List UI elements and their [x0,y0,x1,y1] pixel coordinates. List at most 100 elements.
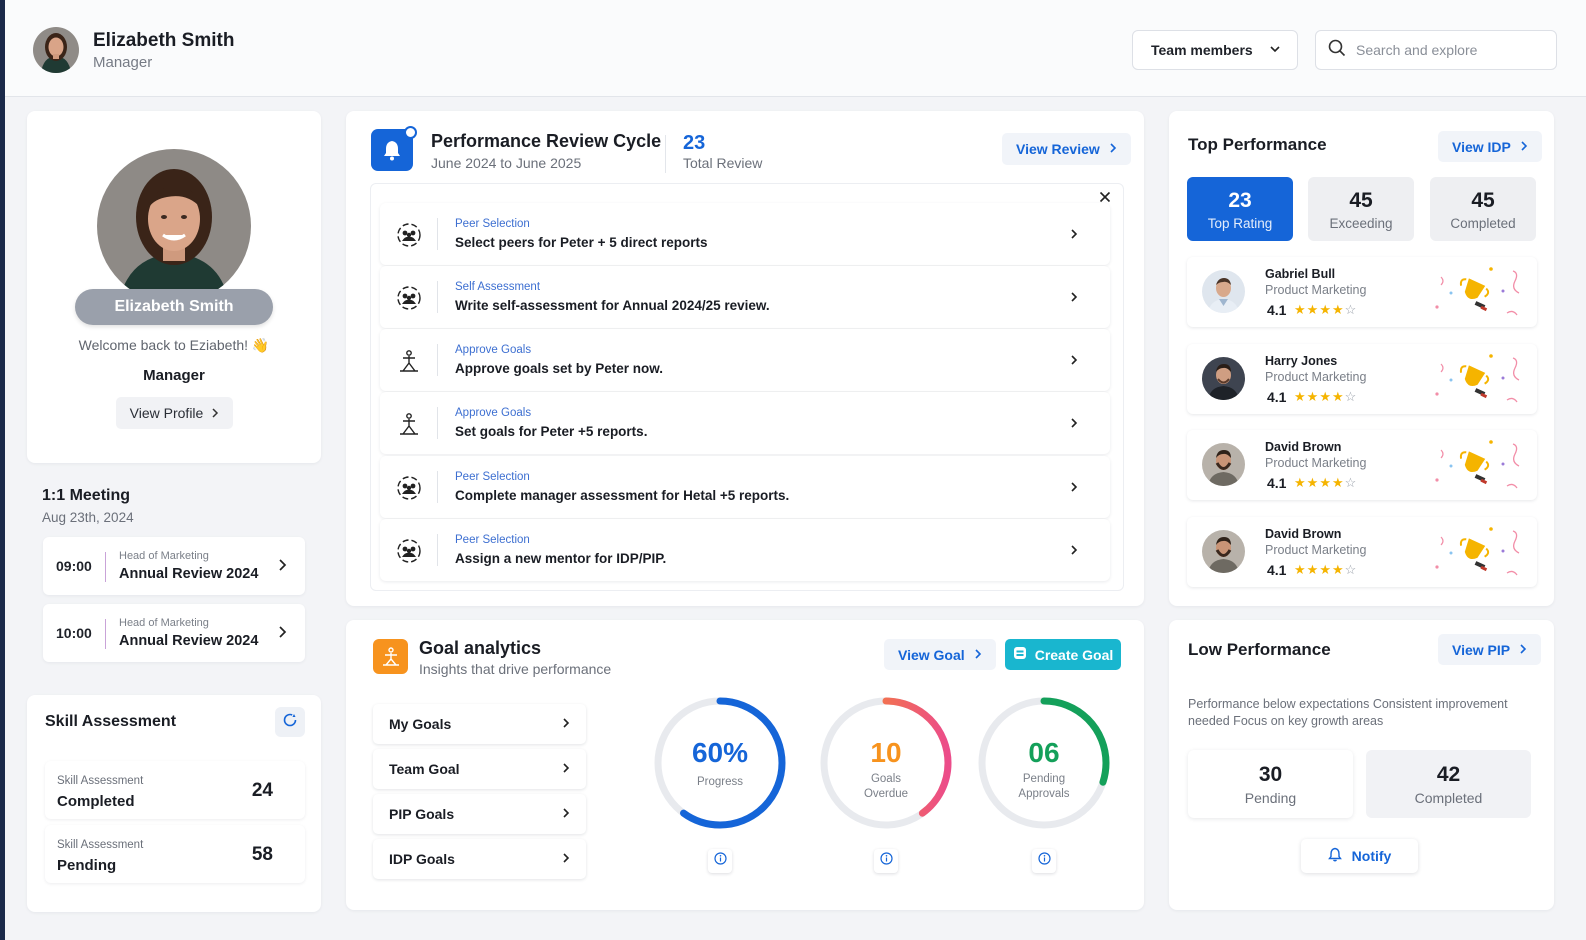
stat-label: Completed [1450,216,1516,231]
view-pip-button[interactable]: View PIP [1438,634,1542,665]
skill-item[interactable]: Skill Assessment Completed 24 [45,761,305,819]
info-button[interactable] [874,849,898,873]
team-members-dropdown[interactable]: Team members [1132,30,1298,70]
create-goal-button[interactable]: Create Goal [1005,639,1121,670]
meeting-time: 10:00 [56,625,92,641]
goal-person-icon [396,411,422,437]
star-icon: ★ [1319,562,1332,577]
low-performance-title: Low Performance [1188,640,1331,659]
ring-label: Progress [652,775,788,790]
star-icon: ★ [1294,562,1307,577]
chevron-right-icon [562,851,570,867]
star-icon: ★ [1294,475,1307,490]
star-icon: ★ [1306,302,1320,317]
review-task[interactable]: Approve Goals Set goals for Peter +5 rep… [380,392,1110,454]
review-task[interactable]: Peer Selection Complete manager assessme… [380,456,1110,518]
stat-pending[interactable]: 30 Pending [1188,750,1353,818]
view-review-button[interactable]: View Review [1002,133,1131,165]
skill-item-subtitle: Skill Assessment [57,839,144,851]
info-button[interactable] [1032,849,1056,873]
view-profile-button[interactable]: View Profile [116,397,233,429]
task-text: Approve goals set by Peter now. [455,361,664,376]
review-task[interactable]: Self Assessment Write self-assessment fo… [380,266,1110,328]
skill-item-title: Completed [57,793,135,810]
review-task[interactable]: Peer Selection Assign a new mentor for I… [380,519,1110,581]
performer-score: 4.1 [1267,562,1287,578]
chevron-right-icon [974,647,982,663]
performer-row[interactable]: David Brown Product Marketing 4.1 ★★★★☆ [1187,517,1537,587]
people-icon [396,538,422,564]
refresh-icon [282,712,298,733]
nav-idp-goals[interactable]: IDP Goals [373,839,586,879]
chevron-right-icon [562,806,570,822]
people-icon [396,475,422,501]
chevron-right-icon [1070,353,1078,371]
trophy-icon [1421,436,1531,496]
low-performance-card: Low Performance View PIP Performance bel… [1169,620,1554,910]
avatar [1202,357,1245,400]
performer-role: Product Marketing [1265,370,1367,384]
task-category: Approve Goals [455,344,532,356]
meeting-name: Annual Review 2024 [119,566,259,582]
chevron-right-icon [1520,139,1528,155]
user-avatar[interactable] [33,27,79,73]
info-button[interactable] [708,849,732,873]
stat-value: 45 [1471,189,1495,212]
star-outline-icon: ☆ [1344,302,1358,317]
ring-label-line: Approvals [1018,788,1070,800]
task-category: Peer Selection [455,471,530,483]
skill-item-count: 58 [251,844,273,865]
divider [437,407,438,439]
notify-button[interactable]: Notify [1301,839,1418,873]
meeting-item[interactable]: 09:00 Head of Marketing Annual Review 20… [43,537,305,595]
goal-card-icon [1013,646,1027,663]
task-text: Assign a new mentor for IDP/PIP. [455,551,667,566]
nav-team-goal[interactable]: Team Goal [373,749,586,789]
view-idp-button[interactable]: View IDP [1438,131,1542,162]
task-text: Write self-assessment for Annual 2024/25… [455,298,770,313]
meeting-date: Aug 23th, 2024 [42,510,134,525]
search-box[interactable] [1315,30,1557,70]
divider [437,471,438,503]
star-outline-icon: ☆ [1344,475,1358,490]
star-outline-icon: ☆ [1344,562,1358,577]
people-icon [396,285,422,311]
review-task-list: Peer Selection Select peers for Peter + … [370,183,1124,591]
performer-row[interactable]: Harry Jones Product Marketing 4.1 ★★★★☆ [1187,344,1537,414]
task-text: Select peers for Peter + 5 direct report… [455,235,708,250]
chevron-right-icon [1070,227,1078,245]
top-performance-title: Top Performance [1188,135,1327,154]
info-icon [713,852,727,870]
chevron-down-icon [1269,42,1281,58]
top-header: Elizabeth Smith Manager Team members [5,0,1586,97]
performer-row[interactable]: Gabriel Bull Product Marketing 4.1 ★★★★☆ [1187,257,1537,327]
nav-label: IDP Goals [389,851,455,867]
avatar [1202,530,1245,573]
ring-value: 60% [691,737,749,768]
stat-completed[interactable]: 42 Completed [1366,750,1531,818]
skill-item[interactable]: Skill Assessment Pending 58 [45,825,305,883]
stat-top-rating[interactable]: 23 Top Rating [1187,177,1293,241]
performer-row[interactable]: David Brown Product Marketing 4.1 ★★★★☆ [1187,430,1537,500]
review-task[interactable]: Approve Goals Approve goals set by Peter… [380,329,1110,391]
progress-ring: 60% Progress [652,695,788,831]
divider [437,344,438,376]
stat-label: Exceeding [1329,216,1393,231]
review-task[interactable]: Peer Selection Select peers for Peter + … [380,203,1110,265]
nav-label: Team Goal [389,761,460,777]
stat-exceeding[interactable]: 45 Exceeding [1308,177,1414,241]
nav-pip-goals[interactable]: PIP Goals [373,794,586,834]
ring-label: Pending Approvals [976,772,1112,802]
header-user-role: Manager [93,54,153,71]
performer-name: Gabriel Bull [1265,267,1336,281]
nav-my-goals[interactable]: My Goals [373,704,586,744]
meeting-item[interactable]: 10:00 Head of Marketing Annual Review 20… [43,604,305,662]
task-category: Approve Goals [455,407,532,419]
skill-item-count: 24 [251,780,273,801]
view-goal-button[interactable]: View Goal [884,639,996,670]
trophy-icon [1421,263,1531,323]
search-input[interactable] [1356,42,1536,58]
stat-completed[interactable]: 45 Completed [1430,177,1536,241]
refresh-button[interactable] [275,707,305,737]
view-profile-label: View Profile [129,405,204,421]
